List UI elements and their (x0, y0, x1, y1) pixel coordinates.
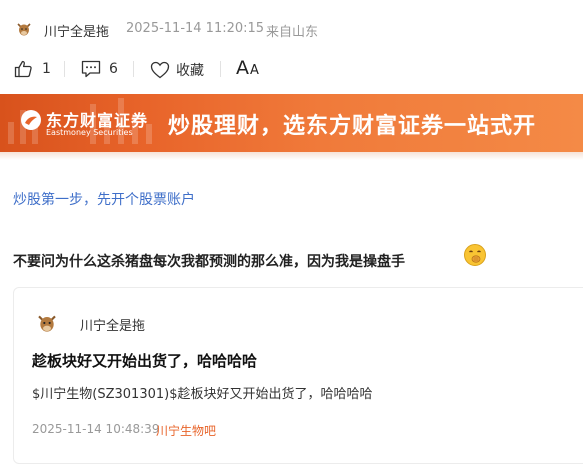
heart-icon (150, 61, 170, 79)
open-account-link[interactable]: 炒股第一步，先开个股票账户 (13, 189, 195, 209)
post-content: 不要问为什么这杀猪盘每次我都预测的那么准，因为我是操盘手 (13, 254, 405, 270)
banner-slogan: 炒股理财，选东方财富证券一站式开 (168, 114, 537, 139)
comment-button[interactable]: 6 (81, 60, 118, 78)
like-button[interactable]: 1 (14, 60, 51, 78)
author-name[interactable]: 川宁全是拖 (44, 21, 109, 40)
quoted-post-bar-link[interactable]: 川宁生物吧 (156, 422, 216, 439)
quoted-author-name[interactable]: 川宁全是拖 (80, 315, 145, 334)
font-size-button[interactable]: A A (236, 57, 259, 79)
favorite-label: 收藏 (176, 63, 204, 79)
eastmoney-logo-icon (21, 110, 41, 130)
comment-count: 6 (109, 61, 118, 77)
thumbs-up-icon (14, 60, 32, 78)
font-small-glyph: A (250, 62, 259, 78)
font-large-glyph: A (236, 57, 249, 79)
author-avatar[interactable] (14, 19, 34, 39)
quoted-post-body[interactable]: $川宁生物(SZ301301)$趁板块好又开始出货了，哈哈哈哈 (32, 383, 372, 402)
quoted-author-avatar[interactable] (34, 310, 60, 336)
divider (220, 61, 221, 77)
like-count: 1 (42, 61, 51, 77)
comment-icon (81, 60, 101, 78)
quoted-post-card[interactable] (13, 287, 583, 464)
ox-avatar-icon (17, 23, 31, 36)
ox-avatar-icon (38, 315, 56, 332)
post-timestamp: 2025-11-14 11:20:15 (126, 21, 265, 36)
divider (64, 61, 65, 77)
quoted-post-timestamp: 2025-11-14 10:48:39 (32, 422, 160, 436)
favorite-button[interactable]: 收藏 (150, 60, 204, 80)
banner-brand-en: Eastmoney Securities (46, 128, 133, 137)
post-location: 来自山东 (266, 25, 319, 40)
ad-banner[interactable]: 东方财富证券 Eastmoney Securities 炒股理财，选东方财富证券… (0, 94, 583, 152)
divider (133, 61, 134, 77)
shush-face-emoji (464, 244, 486, 266)
banner-shadow (0, 152, 583, 160)
quoted-post-title[interactable]: 趁板块好又开始出货了，哈哈哈哈 (32, 350, 257, 371)
